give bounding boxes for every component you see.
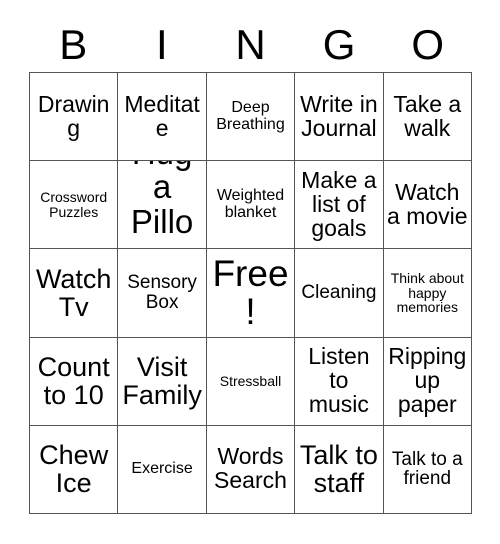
bingo-cell-label: Visit Family <box>122 352 202 411</box>
bingo-cell-label: Watch a movie <box>387 178 468 229</box>
bingo-cell[interactable]: Weighted blanket <box>206 161 296 250</box>
bingo-cell-label: Cleaning <box>301 282 377 304</box>
bingo-cell[interactable]: Watch Tv <box>30 249 119 338</box>
bingo-cell[interactable]: Cleaning <box>295 249 384 338</box>
bingo-cell[interactable]: Count to 10 <box>30 337 119 426</box>
bingo-cell-label: Hug a Pillow <box>130 161 194 248</box>
bingo-cell-label: Drawing <box>37 90 110 141</box>
bingo-cell[interactable]: Ripping up paper <box>383 337 472 426</box>
bingo-cell[interactable]: Exercise <box>118 425 207 514</box>
bingo-cell-label: Think about happy memories <box>390 270 464 316</box>
bingo-cell[interactable]: Crossword Puzzles <box>30 161 119 250</box>
bingo-grid: Drawing Meditate Deep Breathing Write in Jo… <box>29 72 472 514</box>
bingo-cell-label: Deep Breathing <box>216 98 285 133</box>
bingo-cell-label: Listen to music <box>308 343 370 418</box>
bingo-cell-label: Count to 10 <box>37 352 110 411</box>
bingo-card: B I N G O Drawing Meditate Deep Breathing W… <box>0 0 500 544</box>
bingo-cell[interactable]: Write in Journal <box>295 73 384 162</box>
header-letter-i: I <box>156 21 168 68</box>
bingo-cell-label: Weighted blanket <box>216 187 285 221</box>
bingo-cell-label: Ripping up paper <box>388 343 467 418</box>
bingo-cell-label: Talk to staff <box>299 440 378 499</box>
bingo-cell[interactable]: Chew Ice <box>30 425 119 514</box>
bingo-cell[interactable]: Talk to staff <box>295 425 384 514</box>
bingo-cell[interactable]: Meditate <box>118 73 207 162</box>
bingo-cell-label: Words Search <box>214 443 287 494</box>
bingo-cell-label: Free! <box>212 252 289 332</box>
bingo-cell[interactable]: Watch a movie <box>383 161 472 250</box>
bingo-cell-label: Crossword Puzzles <box>40 189 108 220</box>
header-letter-o: O <box>411 21 444 68</box>
bingo-cell[interactable]: Make a list of goals <box>295 161 384 250</box>
bingo-cell[interactable]: Words Search <box>206 425 296 514</box>
bingo-cell[interactable]: Deep Breathing <box>206 73 296 162</box>
bingo-cell[interactable]: Sensory Box <box>118 249 207 338</box>
bingo-cell[interactable]: Hug a Pillow <box>118 161 207 250</box>
bingo-cell-label: Write in Journal <box>300 90 378 141</box>
bingo-cell[interactable]: Think about happy memories <box>383 249 472 338</box>
bingo-header: B I N G O <box>29 18 472 72</box>
bingo-cell[interactable]: Talk to a friend <box>383 425 472 514</box>
header-letter-b: B <box>59 21 88 68</box>
bingo-cell[interactable]: Take a walk <box>383 73 472 162</box>
bingo-free-cell[interactable]: Free! <box>206 249 296 338</box>
bingo-cell[interactable]: Stressball <box>206 337 296 426</box>
bingo-cell-label: Exercise <box>131 460 193 478</box>
bingo-cell-label: Meditate <box>124 90 200 141</box>
bingo-cell-label: Stressball <box>219 372 282 389</box>
bingo-cell[interactable]: Visit Family <box>118 337 207 426</box>
bingo-cell-label: Talk to a friend <box>391 448 463 490</box>
bingo-cell[interactable]: Listen to music <box>295 337 384 426</box>
bingo-cell-label: Sensory Box <box>127 272 197 313</box>
bingo-cell-label: Make a list of goals <box>301 166 377 241</box>
bingo-cell-label: Chew Ice <box>39 440 109 499</box>
header-letter-g: G <box>322 21 356 68</box>
header-letter-n: N <box>235 21 266 68</box>
bingo-cell-label: Watch Tv <box>35 263 112 322</box>
bingo-cell[interactable]: Drawing <box>30 73 119 162</box>
bingo-cell-label: Take a walk <box>393 90 462 141</box>
